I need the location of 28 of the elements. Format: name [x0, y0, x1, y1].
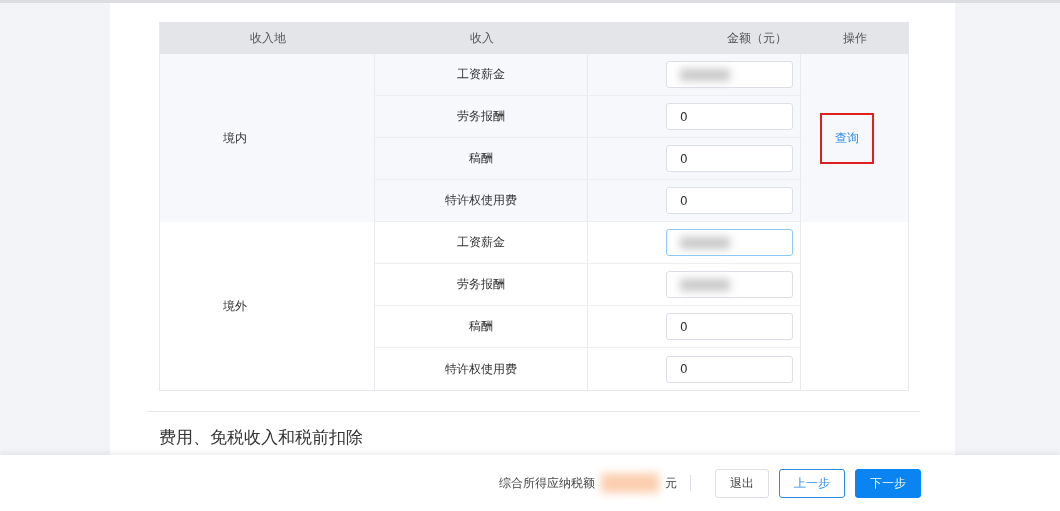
table-cell: 工资薪金	[375, 222, 588, 263]
amount-field[interactable]: 0	[666, 355, 793, 383]
tax-label: 综合所得应纳税额	[499, 474, 595, 492]
section-title: 费用、免税收入和税前扣除	[159, 426, 364, 448]
table-cell: 稿酬	[375, 306, 588, 347]
table-cell: 特许权使用费	[375, 180, 588, 221]
column-header: 操作	[841, 30, 868, 47]
amount-field[interactable]: 0	[666, 145, 793, 172]
step-button[interactable]: 退出	[715, 468, 769, 498]
amount-field[interactable]	[666, 61, 793, 88]
step-button[interactable]: 上一步	[779, 468, 845, 498]
query-link[interactable]: 查询	[819, 112, 874, 164]
amount-field[interactable]: 0	[666, 187, 793, 214]
column-header: 收入	[468, 30, 495, 47]
amount-field[interactable]	[666, 229, 793, 256]
table-cell: 稿酬	[375, 138, 588, 179]
amount-field[interactable]: 0	[666, 313, 793, 340]
step-button[interactable]: 下一步	[855, 468, 921, 498]
table-cell: 特许权使用费	[375, 348, 588, 390]
table-cell: 工资薪金	[375, 54, 588, 95]
amount-field[interactable]	[666, 271, 793, 298]
column-header: 收入地	[248, 30, 287, 47]
unit-label: 元	[665, 474, 677, 492]
column-header: 金额（元）	[726, 30, 788, 47]
table-cell: 劳务报酬	[375, 264, 588, 305]
amount-field[interactable]: 0	[666, 103, 793, 130]
table-cell: 劳务报酬	[375, 96, 588, 137]
table-cell: 境外	[160, 222, 375, 390]
